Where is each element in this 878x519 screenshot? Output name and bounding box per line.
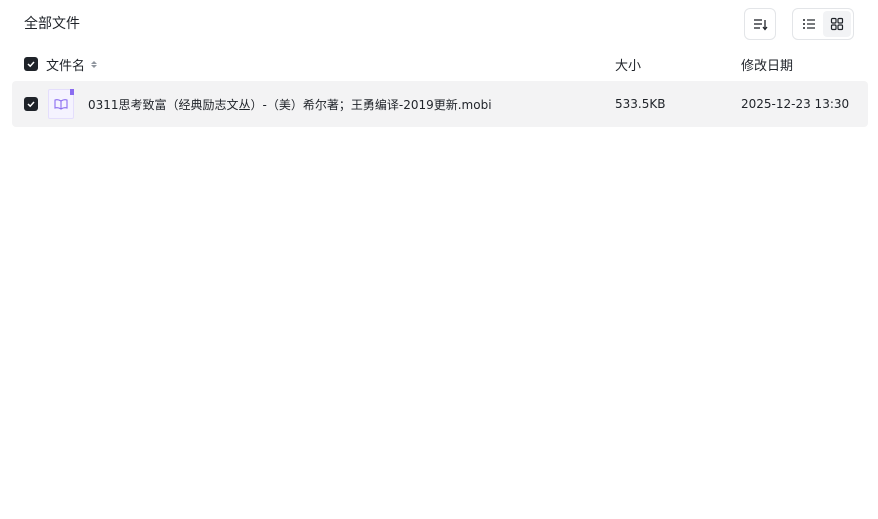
file-browser: 全部文件 文件名 大小 修改日期 0311思考致富（经典励志文丛）-（美）希尔著… bbox=[0, 0, 878, 519]
file-size: 533.5KB bbox=[615, 97, 666, 111]
row-checkbox[interactable] bbox=[24, 97, 38, 111]
select-all-checkbox[interactable] bbox=[24, 57, 38, 71]
sort-lines-icon bbox=[754, 19, 768, 31]
file-modified-date: 2025-12-23 13:30 bbox=[741, 97, 850, 111]
grid-view-icon bbox=[830, 17, 844, 31]
column-header-name-label: 文件名 bbox=[46, 58, 86, 74]
list-view-button[interactable] bbox=[795, 11, 823, 37]
list-view-icon bbox=[803, 19, 815, 29]
book-icon bbox=[48, 89, 74, 119]
view-toggle bbox=[792, 8, 854, 40]
column-header-modified[interactable]: 修改日期 bbox=[741, 55, 793, 74]
sort-button[interactable] bbox=[744, 8, 776, 40]
check-icon bbox=[27, 61, 35, 68]
breadcrumb[interactable]: 全部文件 bbox=[24, 14, 80, 34]
sort-toggle-icon[interactable] bbox=[91, 60, 98, 68]
file-name[interactable]: 0311思考致富（经典励志文丛）-（美）希尔著；王勇编译-2019更新.mobi bbox=[88, 96, 492, 113]
toolbar bbox=[744, 8, 854, 40]
check-icon bbox=[27, 101, 35, 108]
column-header-name[interactable]: 文件名 bbox=[46, 55, 98, 74]
grid-view-button[interactable] bbox=[823, 11, 851, 37]
table-header: 文件名 大小 修改日期 bbox=[12, 48, 868, 80]
table-row[interactable]: 0311思考致富（经典励志文丛）-（美）希尔著；王勇编译-2019更新.mobi… bbox=[12, 81, 868, 127]
column-header-size[interactable]: 大小 bbox=[615, 55, 641, 74]
